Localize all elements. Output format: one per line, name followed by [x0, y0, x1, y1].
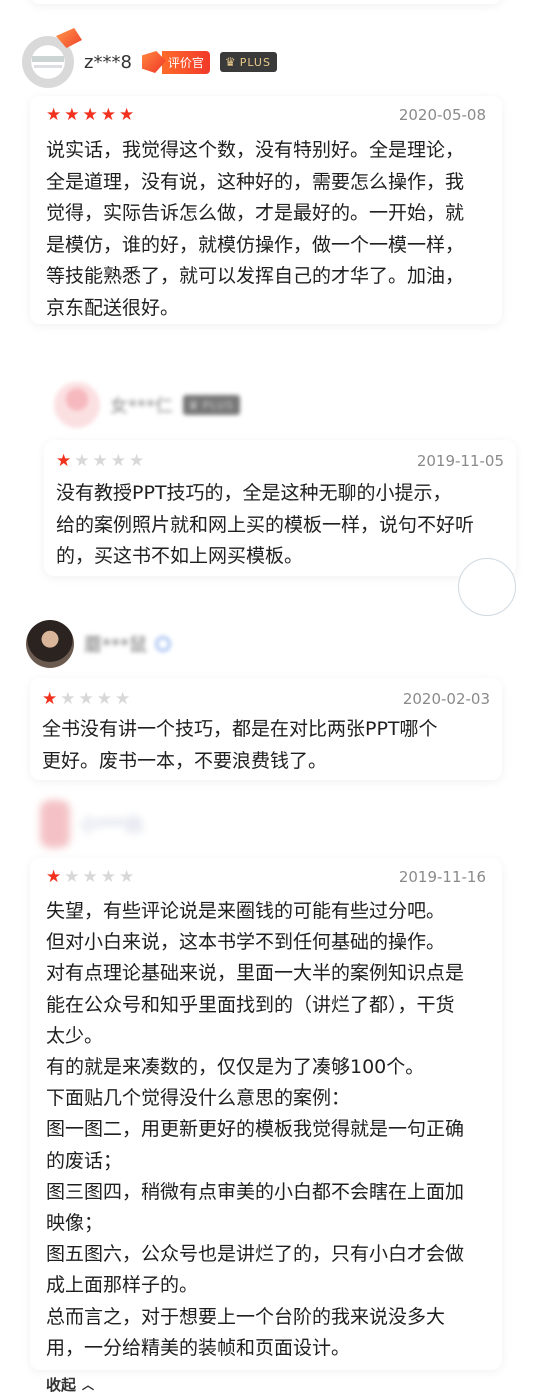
previous-review-card-edge: [30, 0, 502, 4]
collapse-button[interactable]: 收起 ︿: [46, 1374, 94, 1395]
star-icon: ★: [78, 688, 94, 709]
star-icon: ★: [100, 866, 116, 887]
floating-action-button[interactable]: [458, 558, 516, 616]
rating-row: ★ ★ ★ ★ ★ 2019-11-16: [46, 868, 486, 886]
plus-badge: ♛ PLUS: [183, 395, 241, 415]
username: 小***白: [80, 815, 143, 836]
reviews-page: z***8 评价官 ♛ PLUS ★ ★ ★ ★ ★ 2020-05-08 说实话，我觉…: [0, 0, 533, 1397]
avatar[interactable]: [54, 382, 100, 428]
review-4-user[interactable]: 小***白: [40, 800, 143, 848]
star-icon: ★: [115, 688, 131, 709]
star-icon: ★: [46, 104, 62, 125]
review-3-card: ★ ★ ★ ★ ★ 2020-02-03 全书没有讲一个技巧，都是在对比两张PPT哪个 …: [30, 678, 502, 780]
star-rating: ★ ★ ★ ★ ★: [42, 688, 131, 709]
star-rating: ★ ★ ★ ★ ★: [56, 450, 145, 471]
username: 蘑***鼠: [84, 635, 147, 656]
review-text: 失望，有些评论说是来圈钱的可能有些过分吧。 但对小白来说，这本书学不到任何基础的…: [46, 900, 465, 1359]
star-icon: ★: [119, 866, 135, 887]
review-3-user[interactable]: 蘑***鼠: [26, 620, 171, 668]
star-icon: ★: [82, 866, 98, 887]
star-icon: ★: [100, 104, 116, 125]
star-icon: ★: [46, 866, 62, 887]
rating-row: ★ ★ ★ ★ ★ 2019-11-05: [56, 452, 504, 470]
star-icon: ★: [56, 450, 72, 471]
review-date: 2020-05-08: [398, 106, 486, 124]
review-date: 2019-11-05: [416, 452, 504, 470]
rating-row: ★ ★ ★ ★ ★ 2020-02-03: [42, 690, 490, 708]
review-text: 没有教授PPT技巧的，全是这种无聊的小提示， 给的案例照片就和网上买的模板一样，…: [56, 482, 475, 567]
plus-badge: ♛ PLUS: [219, 52, 277, 72]
avatar[interactable]: [40, 800, 70, 848]
star-icon: ★: [42, 688, 58, 709]
star-icon: ★: [60, 688, 76, 709]
star-icon: ★: [110, 450, 126, 471]
avatar[interactable]: [26, 620, 74, 668]
star-icon: ★: [119, 104, 135, 125]
review-2-card: ★ ★ ★ ★ ★ 2019-11-05 没有教授PPT技巧的，全是这种无聊的小提示， …: [44, 440, 516, 576]
review-text: 全书没有讲一个技巧，都是在对比两张PPT哪个 更好。废书一本，不要浪费钱了。: [42, 718, 438, 772]
review-text: 说实话，我觉得这个数，没有特别好。全是理论， 全是道理，没有说，这种好的，需要怎…: [46, 139, 465, 319]
review-date: 2019-11-16: [398, 868, 486, 886]
star-icon: ★: [82, 104, 98, 125]
star-icon: ★: [96, 688, 112, 709]
username: 女***仁: [110, 396, 173, 417]
star-rating: ★ ★ ★ ★ ★: [46, 104, 135, 125]
evaluator-badge: 评价官: [141, 50, 210, 74]
star-rating: ★ ★ ★ ★ ★: [46, 866, 135, 887]
verified-icon: [155, 636, 171, 652]
chevron-up-icon: ︿: [82, 1378, 95, 1392]
crown-icon: ♛: [188, 398, 200, 412]
star-icon: ★: [64, 104, 80, 125]
star-icon: ★: [64, 866, 80, 887]
collapse-label: 收起: [46, 1376, 77, 1394]
review-date: 2020-02-03: [402, 690, 490, 708]
crown-icon: ♛: [224, 55, 237, 69]
review-1-card: ★ ★ ★ ★ ★ 2020-05-08 说实话，我觉得这个数，没有特别好。全是理论， …: [30, 96, 502, 324]
review-1-user[interactable]: z***8 评价官 ♛ PLUS: [22, 28, 277, 88]
star-icon: ★: [129, 450, 145, 471]
username: z***8: [84, 51, 132, 73]
star-icon: ★: [92, 450, 108, 471]
star-icon: ★: [74, 450, 90, 471]
review-4-card: ★ ★ ★ ★ ★ 2019-11-16 失望，有些评论说是来圈钱的可能有些过分吧。 但…: [30, 858, 502, 1370]
review-2-user[interactable]: 女***仁 ♛ PLUS: [54, 382, 241, 428]
rating-row: ★ ★ ★ ★ ★ 2020-05-08: [46, 106, 486, 124]
